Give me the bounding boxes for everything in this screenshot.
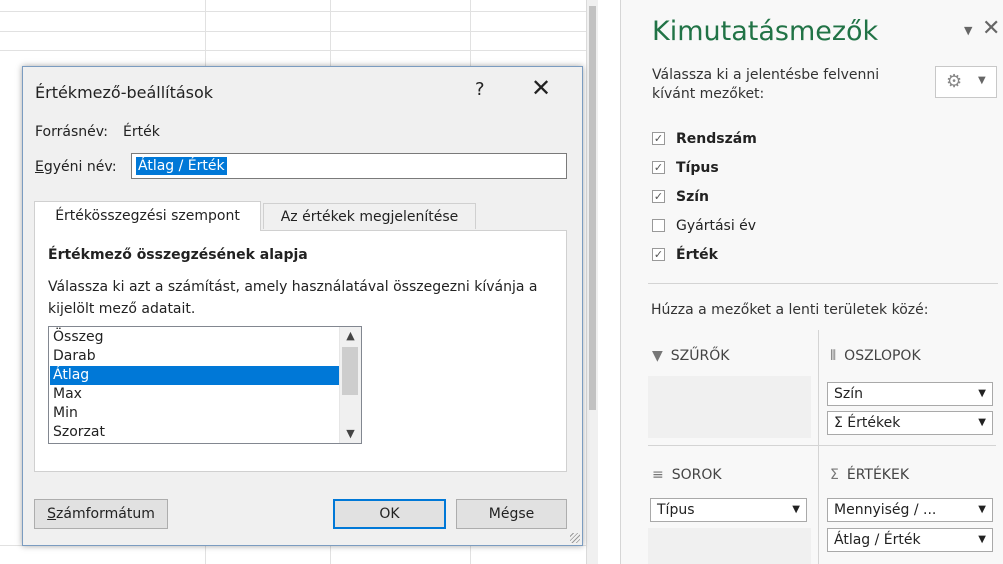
- panel-title: Értékmező összegzésének alapja: [48, 247, 308, 263]
- tab-summarize-by[interactable]: Értékösszegzési szempont: [34, 201, 261, 231]
- number-format-button[interactable]: Számformátum: [34, 499, 168, 529]
- ok-button[interactable]: OK: [333, 499, 446, 529]
- tab-panel: Értékmező összegzésének alapja Válassza …: [34, 230, 567, 472]
- chevron-up-icon[interactable]: ▲: [340, 327, 361, 345]
- field-label: Érték: [676, 247, 718, 263]
- columns-icon: ⦀: [830, 348, 837, 364]
- chevron-down-icon: ▼: [978, 388, 986, 399]
- custom-name-value: Átlag / Érték: [136, 157, 227, 175]
- chip-label: Szín: [834, 386, 863, 402]
- rows-area-header: ≡ SOROK: [652, 467, 722, 483]
- value-field-settings-dialog: Értékmező-beállítások ? ✕ Forrásnév: Ért…: [22, 66, 583, 546]
- resize-grip-icon[interactable]: [570, 533, 580, 543]
- chevron-down-icon: ▼: [978, 417, 986, 428]
- divider: [648, 445, 996, 446]
- chip-label: Típus: [657, 502, 695, 518]
- dialog-title: Értékmező-beállítások: [35, 83, 214, 102]
- chevron-down-icon[interactable]: ▼: [340, 425, 361, 443]
- row-field-tipus[interactable]: Típus ▼: [650, 498, 807, 522]
- rows-icon: ≡: [652, 467, 664, 483]
- checkbox-checked[interactable]: ✓: [652, 190, 665, 203]
- panel-description: Válassza ki azt a számítást, amely haszn…: [48, 279, 538, 317]
- list-item-selected[interactable]: Átlag: [50, 366, 339, 385]
- chip-label: Σ Értékek: [834, 415, 901, 431]
- column-field-values[interactable]: Σ Értékek ▼: [827, 411, 993, 435]
- custom-name-label: Egyéni név:: [35, 159, 117, 175]
- column-field-szin[interactable]: Szín ▼: [827, 382, 993, 406]
- value-field-average[interactable]: Átlag / Érték ▼: [827, 528, 993, 552]
- close-icon[interactable]: ✕: [531, 76, 551, 100]
- pane-title: Kimutatásmezők: [652, 16, 879, 47]
- field-label: Szín: [676, 189, 709, 205]
- custom-name-input[interactable]: Átlag / Érték: [131, 153, 567, 179]
- drag-hint: Húzza a mezőket a lenti területek közé:: [651, 302, 929, 318]
- cancel-button[interactable]: Mégse: [456, 499, 567, 529]
- grid-line: [0, 31, 598, 32]
- filters-label: SZŰRŐK: [670, 348, 730, 364]
- divider: [598, 0, 620, 564]
- checkbox-checked[interactable]: ✓: [652, 248, 665, 261]
- source-name-value: Érték: [123, 124, 160, 140]
- gear-icon: ⚙: [946, 71, 963, 92]
- source-name-label: Forrásnév:: [35, 124, 108, 140]
- field-label: Gyártási év: [676, 218, 757, 234]
- close-icon[interactable]: ✕: [982, 16, 1000, 41]
- help-button[interactable]: ?: [475, 79, 485, 100]
- chip-label: Mennyiség / ...: [834, 502, 937, 518]
- columns-area-header: ⦀ OSZLOPOK: [830, 348, 921, 364]
- checkbox-checked[interactable]: ✓: [652, 161, 665, 174]
- grid-line: [0, 11, 598, 12]
- grid-line: [0, 50, 598, 51]
- filters-area-header: ▼ SZŰRŐK: [652, 348, 729, 364]
- function-listbox[interactable]: Összeg Darab Átlag Max Min Szorzat ▲ ▼: [48, 326, 362, 444]
- scroll-thumb[interactable]: [589, 6, 596, 410]
- chevron-down-icon: ▼: [978, 75, 986, 86]
- sigma-icon: Σ: [830, 467, 839, 483]
- field-label: Típus: [676, 160, 719, 176]
- tab-show-values-as[interactable]: Az értékek megjelenítése: [263, 203, 476, 229]
- field-list: ✓ Rendszám ✓ Típus ✓ Szín Gyártási év ✓ …: [652, 126, 992, 274]
- chevron-down-icon: ▼: [792, 504, 800, 515]
- list-item[interactable]: Összeg: [50, 328, 339, 347]
- values-area-header: Σ ÉRTÉKEK: [830, 467, 909, 483]
- list-item[interactable]: Min: [50, 404, 339, 423]
- checkbox-checked[interactable]: ✓: [652, 132, 665, 145]
- divider: [648, 283, 998, 284]
- divider: [818, 330, 819, 564]
- scroll-thumb[interactable]: [342, 347, 358, 395]
- filters-drop-zone[interactable]: [648, 376, 811, 438]
- chevron-down-icon: ▼: [978, 534, 986, 545]
- values-label: ÉRTÉKEK: [846, 467, 910, 483]
- filter-icon: ▼: [652, 348, 663, 364]
- pane-options-chevron-icon[interactable]: ▼: [964, 24, 972, 37]
- rows-label: SOROK: [671, 467, 722, 483]
- chip-label: Átlag / Érték: [834, 532, 921, 548]
- columns-label: OSZLOPOK: [844, 348, 921, 364]
- checkbox-unchecked[interactable]: [652, 219, 665, 232]
- list-item[interactable]: Darab: [50, 347, 339, 366]
- list-item[interactable]: Szorzat: [50, 423, 339, 442]
- field-label: Rendszám: [676, 131, 757, 147]
- pane-hint: Válassza ki a jelentésbe felvenni kívánt…: [652, 67, 880, 102]
- value-field-quantity[interactable]: Mennyiség / ... ▼: [827, 498, 993, 522]
- rows-drop-zone[interactable]: [648, 528, 811, 564]
- tools-button[interactable]: ⚙ ▼: [935, 66, 997, 98]
- chevron-down-icon: ▼: [978, 504, 986, 515]
- listbox-scrollbar[interactable]: ▲ ▼: [339, 327, 361, 443]
- list-item[interactable]: Max: [50, 385, 339, 404]
